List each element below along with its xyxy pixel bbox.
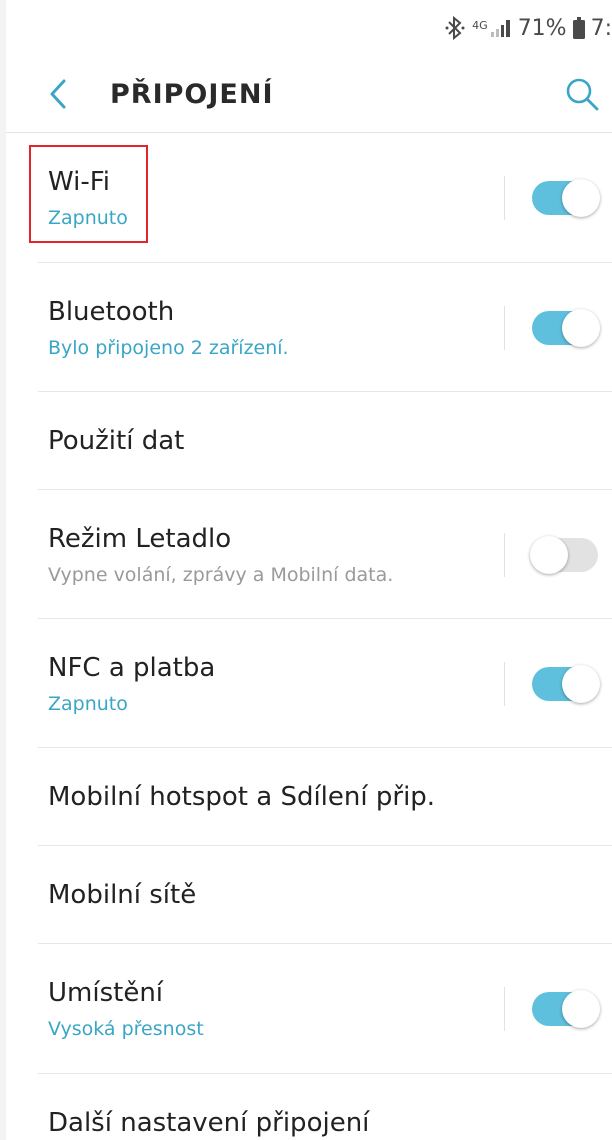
toggle-separator — [504, 176, 505, 220]
list-item-nfc[interactable]: NFC a platba Zapnuto — [6, 619, 612, 748]
toggle-separator — [504, 662, 505, 706]
toggle-knob — [562, 990, 600, 1028]
list-item-title: Umístění — [48, 978, 164, 1008]
toggle-separator — [504, 533, 505, 577]
back-button[interactable] — [28, 64, 88, 124]
list-item-data-usage[interactable]: Použití dat — [6, 392, 612, 490]
list-item-title: Mobilní hotspot a Sdílení přip. — [48, 782, 436, 812]
list-item-texts: Bluetooth Bylo připojeno 2 zařízení. — [48, 263, 289, 392]
network-indicator: 4G — [472, 18, 512, 38]
list-item-texts: Další nastavení připojení — [48, 1074, 369, 1140]
network-type-label: 4G — [472, 19, 488, 32]
list-item-subtitle: Zapnuto — [48, 692, 128, 715]
screen: 4G 71% 7:3 PŘIPOJENÍ — [0, 0, 612, 1140]
bluetooth-toggle[interactable] — [532, 309, 600, 347]
toggle-knob — [562, 179, 600, 217]
toggle-separator — [504, 987, 505, 1031]
list-item-title: Další nastavení připojení — [48, 1108, 370, 1138]
list-item-hotspot[interactable]: Mobilní hotspot a Sdílení přip. — [6, 748, 612, 846]
signal-icon — [490, 18, 512, 38]
list-item-bluetooth[interactable]: Bluetooth Bylo připojeno 2 zařízení. — [6, 263, 612, 392]
battery-icon — [572, 17, 585, 39]
list-item-title: Režim Letadlo — [48, 523, 232, 554]
list-item-airplane-mode[interactable]: Režim Letadlo Vypne volání, zprávy a Mob… — [6, 490, 612, 619]
chevron-left-icon — [50, 79, 66, 109]
airplane-mode-toggle[interactable] — [530, 536, 598, 574]
status-time: 7:3 — [590, 15, 612, 41]
list-item-title: NFC a platba — [48, 652, 216, 683]
settings-list: Wi-Fi Zapnuto Bluetooth Bylo připojeno 2… — [6, 133, 612, 1140]
list-item-subtitle: Vypne volání, zprávy a Mobilní data. — [48, 563, 394, 586]
list-item-mobile-networks[interactable]: Mobilní sítě — [6, 846, 612, 944]
list-item-subtitle: Bylo připojeno 2 zařízení. — [48, 336, 289, 359]
list-item-title: Bluetooth — [48, 296, 175, 327]
list-item-title: Mobilní sítě — [48, 880, 197, 910]
list-item-texts: Mobilní sítě — [48, 846, 196, 944]
list-item-subtitle: Vysoká přesnost — [48, 1018, 204, 1040]
list-item-more-connection-settings[interactable]: Další nastavení připojení — [6, 1074, 612, 1140]
toggle-separator — [504, 306, 505, 350]
list-item-texts: Umístění Vysoká přesnost — [48, 944, 204, 1074]
nfc-toggle[interactable] — [532, 665, 600, 703]
page-title: PŘIPOJENÍ — [110, 78, 274, 110]
list-item-texts: Mobilní hotspot a Sdílení přip. — [48, 748, 435, 846]
highlight-annotation-box — [29, 145, 148, 243]
wifi-toggle[interactable] — [532, 179, 600, 217]
search-icon — [566, 78, 599, 111]
list-item-texts: Použití dat — [48, 392, 184, 490]
toggle-knob — [530, 536, 568, 574]
status-bar: 4G 71% 7:3 — [0, 0, 612, 56]
toggle-knob — [562, 309, 600, 347]
battery-percent: 71% — [517, 15, 567, 41]
list-item-title: Použití dat — [48, 426, 185, 456]
bluetooth-icon — [444, 15, 466, 41]
list-item-texts: Režim Letadlo Vypne volání, zprávy a Mob… — [48, 490, 393, 619]
location-toggle[interactable] — [532, 990, 600, 1028]
list-item-location[interactable]: Umístění Vysoká přesnost — [6, 944, 612, 1074]
app-header: PŘIPOJENÍ — [6, 56, 612, 132]
search-button[interactable] — [552, 64, 612, 124]
toggle-knob — [562, 665, 600, 703]
list-item-texts: NFC a platba Zapnuto — [48, 619, 215, 748]
